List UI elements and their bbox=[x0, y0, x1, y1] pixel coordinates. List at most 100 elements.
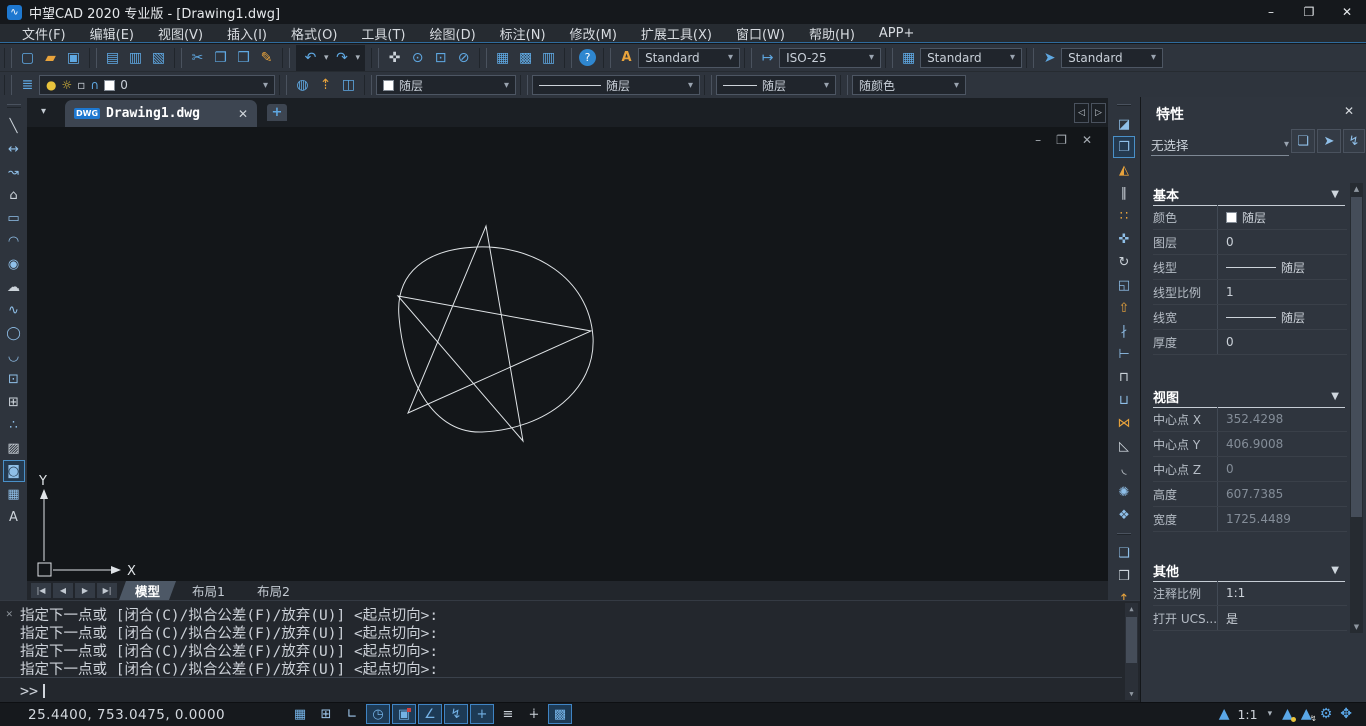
table-tool[interactable]: ▦ bbox=[3, 483, 25, 505]
window-maximize-button[interactable]: ❐ bbox=[1290, 0, 1328, 24]
polar-tracking-toggle[interactable]: ◷ bbox=[366, 704, 390, 724]
grid-toggle[interactable]: ▦ bbox=[288, 704, 312, 724]
linetype-combo[interactable]: 随层 ▾ bbox=[532, 75, 700, 95]
quick-select-button[interactable]: ↯ bbox=[1343, 129, 1365, 153]
annotation-monitor-toggle[interactable]: ▩ bbox=[548, 704, 572, 724]
next-tab-button[interactable]: ▶ bbox=[75, 583, 95, 598]
scroll-down-icon[interactable]: ▼ bbox=[1350, 621, 1363, 633]
trim-tool[interactable]: ∤ bbox=[1113, 320, 1135, 342]
spline-star-entity[interactable] bbox=[398, 226, 591, 441]
explode-tool[interactable]: ✺ bbox=[1113, 481, 1135, 503]
ellipse-tool[interactable]: ◯ bbox=[3, 322, 25, 344]
mtext-tool[interactable]: A bbox=[3, 506, 25, 528]
toolbar-grip[interactable] bbox=[1117, 533, 1131, 535]
designcenter-button[interactable]: ▥ bbox=[537, 47, 560, 69]
toggle-pickadd-button[interactable]: ❏ bbox=[1291, 129, 1315, 153]
chevron-down-icon[interactable]: ▾ bbox=[1268, 709, 1273, 719]
gradient-tool[interactable]: ◙ bbox=[3, 460, 25, 482]
drawing-canvas[interactable]: – ❐ ✕ Y X bbox=[27, 127, 1108, 581]
array-tool[interactable]: ∷ bbox=[1113, 205, 1135, 227]
menu-file[interactable]: 文件(F) bbox=[10, 24, 78, 43]
copy-tool[interactable]: ❐ bbox=[1113, 136, 1135, 158]
window-minimize-button[interactable]: – bbox=[1252, 0, 1290, 24]
chamfer-tool[interactable]: ◺ bbox=[1113, 435, 1135, 457]
previous-tab-button[interactable]: ◀ bbox=[53, 583, 73, 598]
make-block-tool[interactable]: ⊞ bbox=[3, 391, 25, 413]
tab-layout1[interactable]: 布局1 bbox=[176, 581, 241, 600]
property-row-linetype[interactable]: 线型 随层 bbox=[1153, 255, 1347, 280]
dim-style-combo[interactable]: ISO-25 ▾ bbox=[779, 48, 881, 68]
point-tool[interactable]: ∴ bbox=[3, 414, 25, 436]
section-basic-header[interactable]: 基本 ▼ bbox=[1153, 183, 1345, 206]
plot-style-combo[interactable]: 随颜色 ▾ bbox=[852, 75, 966, 95]
spline-tool[interactable]: ∿ bbox=[3, 299, 25, 321]
menu-window[interactable]: 窗口(W) bbox=[724, 24, 797, 43]
rectangle-tool[interactable]: ▭ bbox=[3, 207, 25, 229]
polyline-tool[interactable]: ↝ bbox=[3, 161, 25, 183]
tool-palettes-button[interactable]: ▩ bbox=[514, 47, 537, 69]
property-row-annotation-scale[interactable]: 注释比例 1:1 bbox=[1153, 581, 1347, 606]
fullscreen-toggle-icon[interactable]: ✥ bbox=[1340, 706, 1352, 722]
scale-tool[interactable]: ◱ bbox=[1113, 274, 1135, 296]
plot-button[interactable]: ▤ bbox=[101, 47, 124, 69]
tab-layout2[interactable]: 布局2 bbox=[241, 581, 306, 600]
lineweight-display-toggle[interactable]: ≡ bbox=[496, 704, 520, 724]
mdi-restore-button[interactable]: ❐ bbox=[1056, 133, 1067, 147]
object-snap-toggle[interactable]: ▣ bbox=[392, 704, 416, 724]
document-tab-close-icon[interactable]: ✕ bbox=[238, 107, 248, 121]
property-row-color[interactable]: 颜色 随层 bbox=[1153, 205, 1347, 230]
open-file-button[interactable]: ▰ bbox=[39, 47, 62, 69]
menu-edit[interactable]: 编辑(E) bbox=[78, 24, 146, 43]
first-tab-button[interactable]: |◀ bbox=[31, 583, 51, 598]
document-tab[interactable]: DWG Drawing1.dwg ✕ bbox=[65, 100, 257, 127]
auto-annotation-toggle[interactable]: ▲↯ bbox=[1301, 706, 1312, 722]
annotation-scale-value[interactable]: 1:1 bbox=[1237, 707, 1257, 722]
property-row-width[interactable]: 宽度 1725.4489 bbox=[1153, 507, 1347, 532]
break-at-point-tool[interactable]: ⊓ bbox=[1113, 366, 1135, 388]
copy-button[interactable]: ❐ bbox=[209, 47, 232, 69]
plot-preview-button[interactable]: ▥ bbox=[124, 47, 147, 69]
pan-button[interactable]: ✜ bbox=[383, 47, 406, 69]
scroll-up-icon[interactable]: ▲ bbox=[1125, 603, 1138, 615]
command-line-panel[interactable]: ✕ 指定下一点或 [闭合(C)/拟合公差(F)/放弃(U)] <起点切向>: 指… bbox=[0, 600, 1140, 702]
polygon-tool[interactable]: ⌂ bbox=[3, 184, 25, 206]
zoom-previous-button[interactable]: ⊘ bbox=[452, 47, 475, 69]
menu-dimension[interactable]: 标注(N) bbox=[488, 24, 558, 43]
command-input-row[interactable]: >> bbox=[0, 677, 1122, 703]
tab-model[interactable]: 模型 bbox=[119, 581, 176, 600]
help-button[interactable]: ? bbox=[579, 49, 596, 66]
toolbar-grip[interactable] bbox=[7, 104, 21, 108]
selection-filter-combo[interactable]: 无选择 ▾ bbox=[1151, 133, 1289, 156]
property-row-center-z[interactable]: 中心点 Z 0 bbox=[1153, 457, 1347, 482]
new-file-button[interactable]: ▢ bbox=[16, 47, 39, 69]
menu-app-plus[interactable]: APP+ bbox=[867, 24, 926, 43]
layer-match-button[interactable]: ◫ bbox=[337, 74, 360, 96]
scroll-down-icon[interactable]: ▼ bbox=[1125, 688, 1138, 700]
section-view-header[interactable]: 视图 ▼ bbox=[1153, 385, 1345, 408]
split-view-right-button[interactable]: ▷ bbox=[1091, 103, 1106, 123]
break-tool[interactable]: ⊔ bbox=[1113, 389, 1135, 411]
property-row-thickness[interactable]: 厚度 0 bbox=[1153, 330, 1347, 355]
split-view-left-button[interactable]: ◁ bbox=[1074, 103, 1089, 123]
mdi-close-button[interactable]: ✕ bbox=[1082, 133, 1092, 147]
window-close-button[interactable]: ✕ bbox=[1328, 0, 1366, 24]
text-style-combo[interactable]: Standard ▾ bbox=[638, 48, 740, 68]
mdi-minimize-button[interactable]: – bbox=[1035, 133, 1041, 147]
fillet-tool[interactable]: ◟ bbox=[1113, 458, 1135, 480]
menu-modify[interactable]: 修改(M) bbox=[558, 24, 629, 43]
publish-button[interactable]: ▧ bbox=[147, 47, 170, 69]
menu-help[interactable]: 帮助(H) bbox=[797, 24, 867, 43]
match-properties-button[interactable]: ✎ bbox=[255, 47, 278, 69]
scrollbar-thumb[interactable] bbox=[1126, 617, 1137, 663]
layer-states-button[interactable]: ◍ bbox=[291, 74, 314, 96]
mirror-tool[interactable]: ◭ bbox=[1113, 159, 1135, 181]
property-row-linetype-scale[interactable]: 线型比例 1 bbox=[1153, 280, 1347, 305]
undo-button[interactable]: ↶ bbox=[299, 47, 322, 69]
line-tool[interactable]: ╲ bbox=[3, 115, 25, 137]
move-tool[interactable]: ✜ bbox=[1113, 228, 1135, 250]
layer-properties-button[interactable]: ≣ bbox=[16, 74, 39, 96]
table-style-combo[interactable]: Standard ▾ bbox=[920, 48, 1022, 68]
mleader-style-combo[interactable]: Standard ▾ bbox=[1061, 48, 1163, 68]
properties-scrollbar[interactable]: ▲ ▼ bbox=[1350, 183, 1363, 633]
menu-tools[interactable]: 工具(T) bbox=[349, 24, 417, 43]
